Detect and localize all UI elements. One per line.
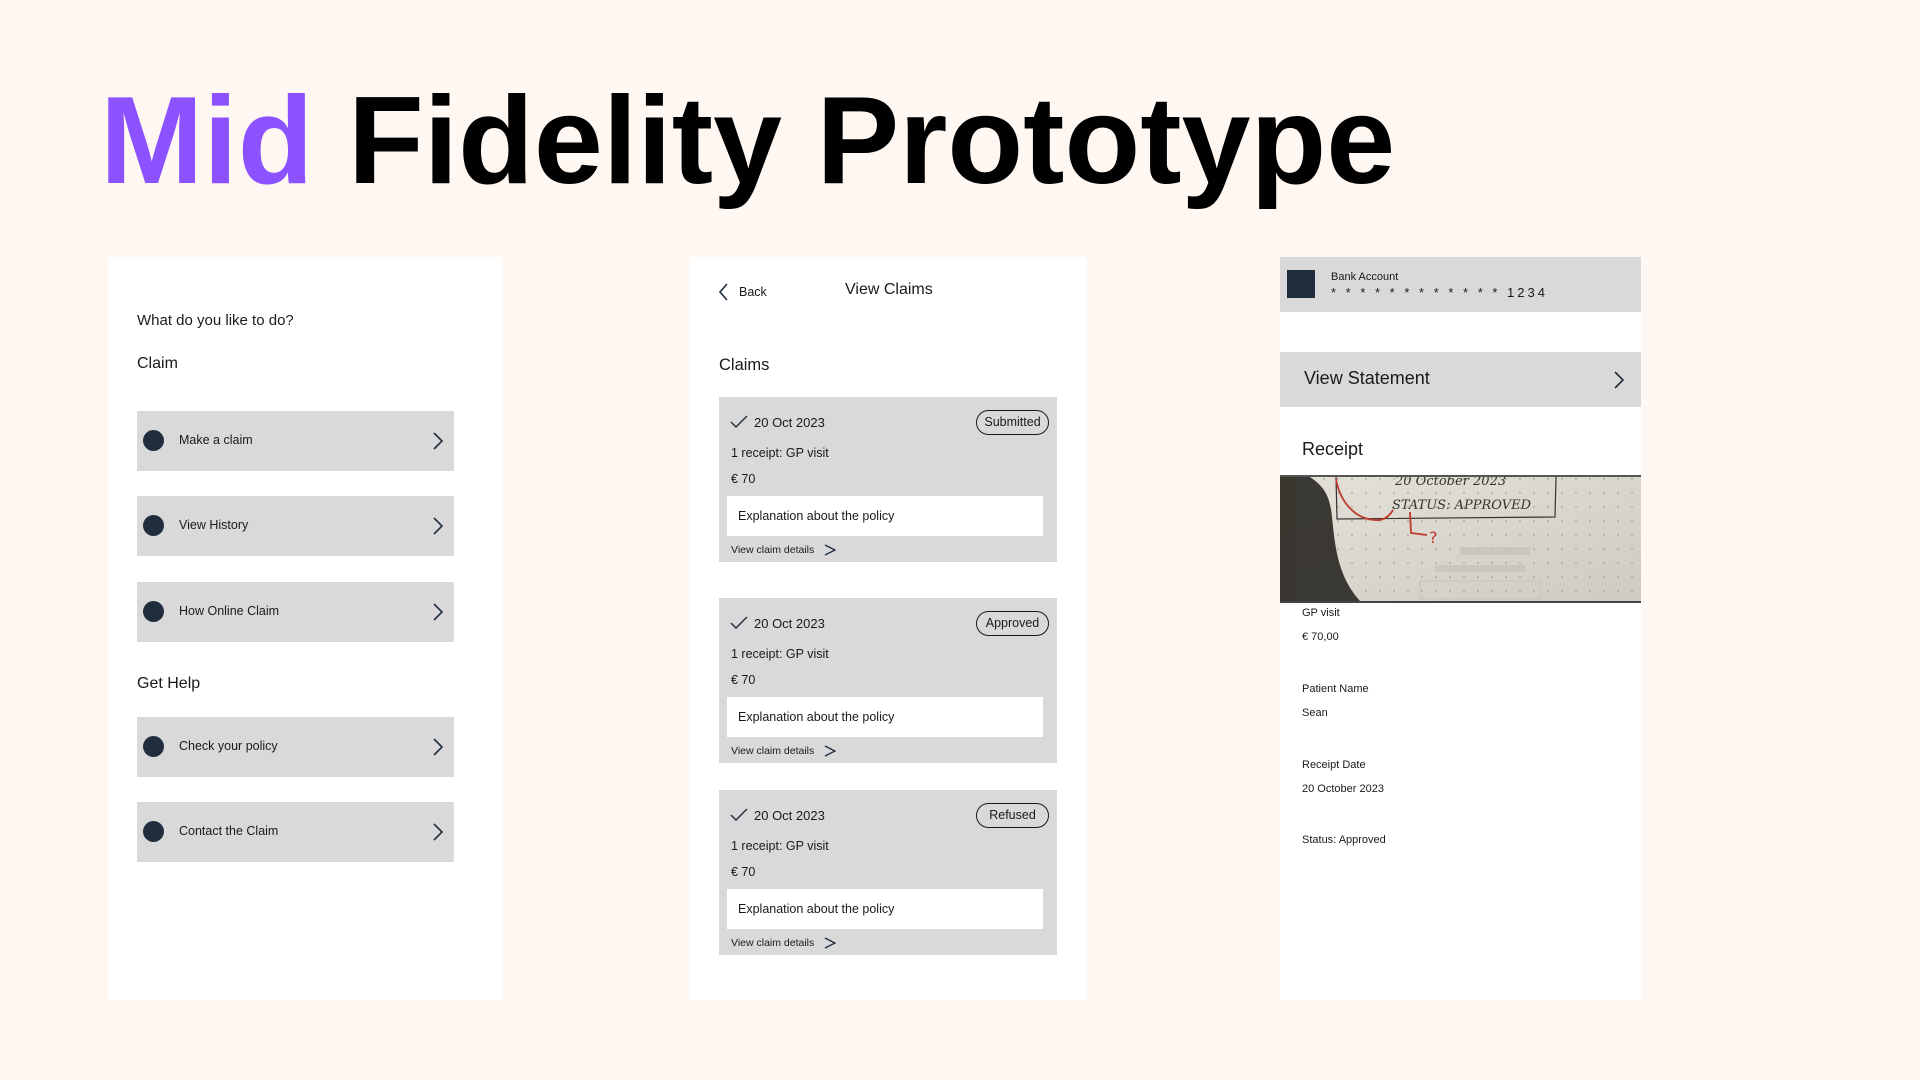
menu-item-label: Contact the Claim bbox=[179, 824, 279, 838]
chevron-right-icon bbox=[824, 937, 837, 949]
chevron-right-icon bbox=[824, 544, 837, 556]
detail-item-label: GP visit bbox=[1302, 607, 1340, 619]
detail-item-value: € 70,00 bbox=[1302, 631, 1339, 643]
make-claim-button[interactable]: Make a claim bbox=[137, 411, 454, 471]
view-statement-button[interactable]: View Statement bbox=[1280, 352, 1641, 407]
status-badge: Refused bbox=[976, 803, 1049, 828]
circle-bullet-icon bbox=[143, 821, 164, 842]
bank-account-number: * * * * * * * * * * * * 1234 bbox=[1331, 285, 1548, 300]
details-label: View claim details bbox=[731, 544, 815, 556]
claim-amount: € 70 bbox=[731, 865, 756, 879]
claim-amount: € 70 bbox=[731, 673, 756, 687]
circle-bullet-icon bbox=[143, 515, 164, 536]
claim-date: 20 Oct 2023 bbox=[754, 808, 825, 823]
chevron-right-icon bbox=[824, 745, 837, 757]
policy-explanation: Explanation about the policy bbox=[727, 889, 1043, 929]
home-screen: What do you like to do? Claim Make a cla… bbox=[108, 257, 502, 1000]
menu-item-label: Check your policy bbox=[179, 739, 278, 753]
back-label: Back bbox=[739, 285, 767, 299]
photo-line-status: STATUS: APPROVED bbox=[1392, 498, 1532, 513]
bank-card-icon bbox=[1287, 270, 1315, 298]
home-question: What do you like to do? bbox=[137, 312, 294, 329]
status-badge: Approved bbox=[976, 611, 1049, 636]
chevron-right-icon bbox=[433, 603, 444, 621]
chevron-right-icon bbox=[433, 823, 444, 841]
menu-item-label: How Online Claim bbox=[179, 604, 280, 618]
receipt-photo-image: ? 20 October 2023 STATUS: APPROVED bbox=[1280, 477, 1641, 601]
check-icon bbox=[730, 415, 748, 428]
check-icon bbox=[730, 808, 748, 821]
receipt-heading: Receipt bbox=[1302, 439, 1364, 459]
claim-receipt: 1 receipt: GP visit bbox=[731, 446, 829, 460]
claim-date: 20 Oct 2023 bbox=[754, 616, 825, 631]
claim-card: 20 Oct 2023 Submitted 1 receipt: GP visi… bbox=[719, 397, 1057, 562]
patient-name-value: Sean bbox=[1302, 707, 1328, 719]
photo-line-date: 20 October 2023 bbox=[1394, 477, 1506, 489]
bank-account-label: Bank Account bbox=[1331, 271, 1399, 283]
circle-bullet-icon bbox=[143, 430, 164, 451]
menu-item-label: Make a claim bbox=[179, 433, 253, 447]
screen-title: View Claims bbox=[845, 281, 933, 298]
details-label: View claim details bbox=[731, 937, 815, 949]
view-history-button[interactable]: View History bbox=[137, 496, 454, 556]
receipt-date-label: Receipt Date bbox=[1302, 759, 1366, 771]
view-statement-label: View Statement bbox=[1304, 368, 1430, 388]
contact-claim-button[interactable]: Contact the Claim bbox=[137, 802, 454, 862]
claim-receipt: 1 receipt: GP visit bbox=[731, 647, 829, 661]
chevron-right-icon bbox=[1614, 371, 1625, 389]
claims-heading: Claims bbox=[719, 356, 770, 374]
receipt-screen: Bank Account * * * * * * * * * * * * 123… bbox=[1280, 257, 1641, 1000]
view-claim-details-link[interactable]: View claim details bbox=[731, 937, 837, 949]
chevron-right-icon bbox=[433, 432, 444, 450]
receipt-date-value: 20 October 2023 bbox=[1302, 783, 1384, 795]
status-badge: Submitted bbox=[976, 410, 1049, 435]
claim-amount: € 70 bbox=[731, 472, 756, 486]
circle-bullet-icon bbox=[143, 736, 164, 757]
page-title: Mid Fidelity Prototype bbox=[100, 66, 1395, 216]
receipt-photo[interactable]: ? 20 October 2023 STATUS: APPROVED bbox=[1280, 475, 1641, 603]
section-heading-claim: Claim bbox=[137, 355, 178, 372]
bank-account-bar[interactable]: Bank Account * * * * * * * * * * * * 123… bbox=[1280, 257, 1641, 312]
section-heading-get-help: Get Help bbox=[137, 675, 201, 692]
menu-item-label: View History bbox=[179, 518, 249, 532]
policy-explanation: Explanation about the policy bbox=[727, 496, 1043, 536]
chevron-right-icon bbox=[433, 517, 444, 535]
back-button[interactable]: Back bbox=[719, 283, 767, 301]
view-claim-details-link[interactable]: View claim details bbox=[731, 745, 837, 757]
title-accent-word: Mid bbox=[100, 72, 314, 210]
view-claim-details-link[interactable]: View claim details bbox=[731, 544, 837, 556]
chevron-right-icon bbox=[433, 738, 444, 756]
check-icon bbox=[730, 616, 748, 629]
claim-date: 20 Oct 2023 bbox=[754, 415, 825, 430]
circle-bullet-icon bbox=[143, 601, 164, 622]
chevron-left-icon bbox=[719, 283, 728, 301]
claim-card: 20 Oct 2023 Approved 1 receipt: GP visit… bbox=[719, 598, 1057, 763]
receipt-status: Status: Approved bbox=[1302, 834, 1386, 846]
claim-card: 20 Oct 2023 Refused 1 receipt: GP visit … bbox=[719, 790, 1057, 955]
claim-receipt: 1 receipt: GP visit bbox=[731, 839, 829, 853]
patient-name-label: Patient Name bbox=[1302, 683, 1369, 695]
details-label: View claim details bbox=[731, 745, 815, 757]
check-policy-button[interactable]: Check your policy bbox=[137, 717, 454, 777]
how-online-claim-button[interactable]: How Online Claim bbox=[137, 582, 454, 642]
annotation-mark: ? bbox=[1429, 528, 1438, 547]
title-rest: Fidelity Prototype bbox=[347, 72, 1396, 210]
policy-explanation: Explanation about the policy bbox=[727, 697, 1043, 737]
claims-screen: Back View Claims Claims 20 Oct 2023 Subm… bbox=[690, 257, 1087, 1000]
